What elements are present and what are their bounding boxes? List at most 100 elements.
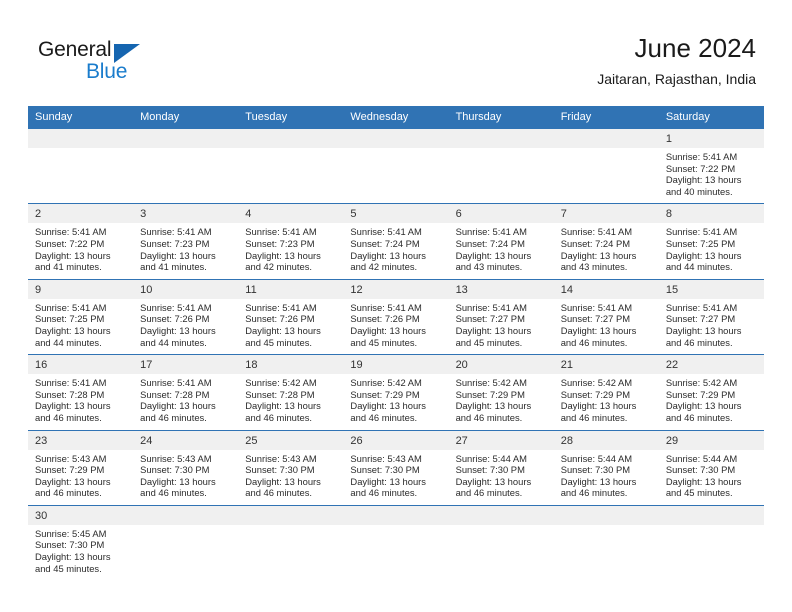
day-number-cell[interactable]: 13 [448,278,554,299]
sunset-text: Sunset: 7:26 PM [350,313,420,325]
daylight-text: Daylight: 13 hours [140,249,216,261]
daylight-text: and 46 minutes. [350,487,418,499]
day-number-cell[interactable]: 19 [343,354,449,375]
daylight-text: Daylight: 13 hours [455,324,532,336]
day-detail-cell: Sunrise: 5:41 AM Sunset: 7:26 PM Daylight:… [343,298,449,355]
daylight-text: and 46 minutes. [350,411,418,423]
week-detail-row: Sunrise: 5:41 AM Sunset: 7:25 PM Daylight:… [28,298,764,355]
day-number-cell[interactable]: 21 [553,354,659,375]
day-number-cell[interactable]: 27 [448,429,554,450]
daylight-text: Daylight: 13 hours [560,400,637,412]
day-cell-empty [658,504,764,525]
day-detail-cell: Sunrise: 5:41 AM Sunset: 7:25 PM Daylight:… [28,298,134,355]
day-number-cell[interactable]: 2 [28,203,134,224]
day-number-cell[interactable]: 22 [658,354,764,375]
daylight-text: and 46 minutes. [560,336,628,348]
day-detail-cell: Sunrise: 5:41 AM Sunset: 7:25 PM Daylight:… [658,223,764,280]
daylight-text: and 45 minutes. [455,336,523,348]
sunset-text: Sunset: 7:22 PM [665,162,736,174]
day-detail-cell: Sunrise: 5:41 AM Sunset: 7:23 PM Daylight:… [238,223,344,280]
day-number-cell[interactable]: 15 [658,278,764,299]
calendar-header-row: Sunday Monday Tuesday Wednesday Thursday Frid… [28,106,764,129]
sunset-text: Sunset: 7:23 PM [245,237,315,249]
daylight-text: Daylight: 13 hours [245,475,321,487]
sunrise-sunset-calendar-table: Sunday Monday Tuesday Wednesday Thursday Frid… [28,106,764,581]
day-number-cell[interactable]: 1 [658,128,764,148]
sunrise-text: Sunrise: 5:41 AM [35,226,107,238]
daylight-text: and 46 minutes. [35,411,102,423]
week-detail-row: Sunrise: 5:41 AM Sunset: 7:22 PM Daylight:… [28,148,764,204]
day-number-cell[interactable]: 12 [343,278,449,299]
sunrise-text: Sunrise: 5:42 AM [665,377,738,389]
weekday-header-thursday: Thursday [448,106,554,129]
daylight-text: and 45 minutes. [35,562,102,574]
daylight-text: Daylight: 13 hours [245,249,321,261]
sunrise-text: Sunrise: 5:44 AM [665,452,738,464]
day-number-cell[interactable]: 9 [28,278,134,299]
daylight-text: and 44 minutes. [665,261,733,273]
day-detail-empty [553,148,659,204]
day-detail-empty [343,524,449,581]
week-detail-row: Sunrise: 5:43 AM Sunset: 7:29 PM Daylight:… [28,449,764,506]
sunset-text: Sunset: 7:30 PM [665,464,736,476]
day-number-cell[interactable]: 10 [133,278,239,299]
sunset-text: Sunset: 7:27 PM [455,313,525,325]
day-cell-empty [343,504,449,525]
daylight-text: and 43 minutes. [455,261,523,273]
day-detail-cell: Sunrise: 5:42 AM Sunset: 7:28 PM Daylight:… [238,374,344,430]
day-number-cell[interactable]: 11 [238,278,344,299]
day-number-cell[interactable]: 14 [553,278,659,299]
day-number-cell[interactable]: 25 [238,429,344,450]
day-number-cell[interactable]: 8 [658,203,764,224]
calendar-page: General Blue June 2024 Jaitaran, Rajasth… [0,0,792,612]
day-number-cell[interactable]: 4 [238,203,344,224]
day-number-cell[interactable]: 29 [658,429,764,450]
day-number-cell[interactable]: 26 [343,429,449,450]
day-detail-cell: Sunrise: 5:42 AM Sunset: 7:29 PM Daylight:… [658,374,764,430]
sunrise-text: Sunrise: 5:41 AM [455,301,527,313]
sunset-text: Sunset: 7:24 PM [455,237,525,249]
daylight-text: Daylight: 13 hours [560,249,637,261]
title-block: June 2024 Jaitaran, Rajasthan, India [597,32,756,90]
day-number-cell[interactable]: 20 [448,354,554,375]
sunrise-text: Sunrise: 5:41 AM [140,377,212,389]
sunrise-text: Sunrise: 5:41 AM [560,301,633,313]
day-detail-cell: Sunrise: 5:44 AM Sunset: 7:30 PM Daylight:… [448,449,554,506]
sunrise-text: Sunrise: 5:41 AM [350,226,422,238]
sunset-text: Sunset: 7:23 PM [140,237,210,249]
day-cell-empty [133,128,239,148]
day-detail-cell: Sunrise: 5:42 AM Sunset: 7:29 PM Daylight:… [448,374,554,430]
week-daynumber-row: 2345678 [28,203,764,224]
week-daynumber-row: 30 [28,504,764,525]
daylight-text: and 44 minutes. [140,336,207,348]
day-cell-empty [343,128,449,148]
day-number-cell[interactable]: 23 [28,429,134,450]
day-number-cell[interactable]: 7 [553,203,659,224]
sunset-text: Sunset: 7:27 PM [560,313,631,325]
day-detail-cell: Sunrise: 5:43 AM Sunset: 7:30 PM Daylight:… [343,449,449,506]
calendar-body: 1 Sunrise: 5:41 AM Sunset: 7:22 PM Daylight… [28,128,764,581]
day-detail-cell: Sunrise: 5:41 AM Sunset: 7:23 PM Daylight:… [133,223,239,280]
daylight-text: Daylight: 13 hours [665,324,742,336]
day-number-cell[interactable]: 24 [133,429,239,450]
sunrise-text: Sunrise: 5:44 AM [560,452,633,464]
sunrise-text: Sunrise: 5:41 AM [140,301,212,313]
day-cell-empty [238,128,344,148]
day-number-cell[interactable]: 3 [133,203,239,224]
day-number-cell[interactable]: 17 [133,354,239,375]
day-detail-cell: Sunrise: 5:43 AM Sunset: 7:30 PM Daylight:… [133,449,239,506]
sunset-text: Sunset: 7:29 PM [665,388,736,400]
sunset-text: Sunset: 7:30 PM [35,539,105,551]
sunset-text: Sunset: 7:28 PM [35,388,105,400]
sunrise-text: Sunrise: 5:43 AM [35,452,107,464]
day-number-cell[interactable]: 18 [238,354,344,375]
sunset-text: Sunset: 7:29 PM [560,388,631,400]
sunset-text: Sunset: 7:30 PM [140,464,210,476]
day-number-cell[interactable]: 5 [343,203,449,224]
daylight-text: Daylight: 13 hours [35,324,111,336]
day-number-cell[interactable]: 30 [28,504,134,525]
day-number-cell[interactable]: 16 [28,354,134,375]
day-number-cell[interactable]: 28 [553,429,659,450]
daylight-text: Daylight: 13 hours [455,400,532,412]
day-number-cell[interactable]: 6 [448,203,554,224]
